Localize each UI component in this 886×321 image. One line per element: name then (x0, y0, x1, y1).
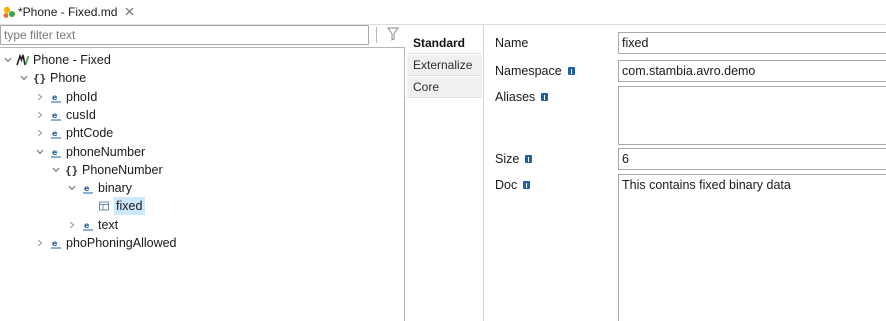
name-label-text: Name (495, 36, 529, 50)
chevron-down-icon[interactable] (35, 143, 45, 161)
tree-node-field[interactable]: e phoId (35, 88, 97, 106)
info-icon (523, 181, 531, 189)
aliases-label-text: Aliases (495, 90, 536, 104)
tree-node-field[interactable]: e cusId (35, 106, 96, 124)
tree-node-label: phtCode (66, 126, 114, 140)
field-e-icon: e (49, 236, 63, 250)
name-label: Name (495, 34, 528, 52)
chevron-down-icon[interactable] (51, 161, 61, 179)
tree-node-label: Phone - Fixed (33, 53, 111, 67)
tree-node-label: PhoneNumber (82, 163, 163, 177)
doc-field[interactable]: This contains fixed binary data (618, 174, 886, 321)
size-field[interactable] (618, 148, 886, 170)
properties-form: Name Namespace Aliases Size Doc This con… (484, 25, 886, 321)
size-label: Size (495, 150, 533, 168)
namespace-field[interactable] (618, 60, 886, 82)
field-e-icon: e (81, 181, 95, 195)
tree-node-record[interactable]: {} Phone (19, 69, 86, 87)
chevron-down-icon[interactable] (3, 51, 13, 69)
tree-node-field[interactable]: e phtCode (35, 124, 113, 142)
tab-standard[interactable]: Standard (407, 33, 482, 54)
tree-node-field[interactable]: e phoPhoningAllowed (35, 234, 177, 252)
svg-text:{}: {} (33, 72, 46, 85)
size-label-text: Size (495, 152, 520, 166)
svg-text:e: e (52, 148, 58, 157)
chevron-right-icon[interactable] (35, 234, 45, 252)
editor-tab[interactable]: *Phone - Fixed.md (0, 0, 152, 23)
info-icon (567, 67, 575, 75)
tree-node-label: Phone (50, 71, 87, 85)
stambia-metadata-icon (1, 4, 17, 20)
tree-node-field[interactable]: e phoneNumber (35, 143, 145, 161)
filter-funnel-icon (387, 27, 399, 44)
svg-text:{}: {} (65, 164, 78, 177)
metadata-tree: Phone - Fixed {} Phone e phoId e cusId e… (0, 47, 405, 321)
chevron-down-icon[interactable] (67, 179, 77, 197)
tree-node-field[interactable]: e text (67, 216, 118, 234)
tree-node-fixed[interactable]: fixed (93, 197, 146, 215)
field-e-icon: e (49, 90, 63, 104)
field-e-icon: e (49, 126, 63, 140)
tab-core[interactable]: Core (407, 77, 482, 98)
record-braces-icon: {} (33, 71, 47, 85)
tree-node-label: text (98, 218, 119, 232)
tree-node-label: phoId (66, 90, 98, 104)
aliases-label: Aliases (495, 88, 549, 106)
doc-label: Doc (495, 176, 531, 194)
tab-externalize[interactable]: Externalize (407, 55, 482, 76)
chevron-right-icon[interactable] (35, 106, 45, 124)
svg-text:e: e (52, 129, 58, 138)
svg-text:e: e (84, 221, 90, 230)
tree-node-field[interactable]: e binary (67, 179, 132, 197)
field-e-icon: e (81, 218, 95, 232)
tree-node-root[interactable]: Phone - Fixed (3, 51, 111, 69)
tree-node-label: cusId (66, 108, 96, 122)
svg-text:e: e (52, 239, 58, 248)
properties-side-tabs: Standard Externalize Core (407, 25, 484, 321)
editor-tab-title: *Phone - Fixed.md (18, 4, 118, 19)
svg-text:e: e (84, 184, 90, 193)
tree-node-label: binary (98, 181, 133, 195)
aliases-field[interactable] (618, 86, 886, 145)
namespace-label-text: Namespace (495, 64, 562, 78)
info-icon (541, 93, 549, 101)
tree-node-label: phoneNumber (66, 145, 146, 159)
fixed-type-icon (97, 199, 111, 213)
filter-button[interactable] (383, 25, 403, 45)
tree-node-record[interactable]: {} PhoneNumber (51, 161, 163, 179)
info-icon (525, 155, 533, 163)
field-e-icon: e (49, 108, 63, 122)
filter-input[interactable] (0, 25, 369, 45)
record-braces-icon: {} (65, 163, 79, 177)
name-field[interactable] (618, 32, 886, 54)
close-icon[interactable] (123, 6, 135, 18)
editor-tab-strip: *Phone - Fixed.md (0, 0, 886, 25)
chevron-down-icon[interactable] (19, 69, 29, 87)
filter-separator (376, 27, 377, 43)
chevron-right-icon[interactable] (35, 88, 45, 106)
svg-text:e: e (52, 93, 58, 102)
svg-text:e: e (52, 111, 58, 120)
doc-label-text: Doc (495, 178, 518, 192)
avro-root-icon (16, 53, 30, 67)
tree-node-label: fixed (114, 197, 146, 215)
namespace-label: Namespace (495, 62, 575, 80)
field-e-icon: e (49, 145, 63, 159)
chevron-right-icon[interactable] (35, 124, 45, 142)
chevron-right-icon[interactable] (67, 216, 77, 234)
tree-node-label: phoPhoningAllowed (66, 236, 177, 250)
